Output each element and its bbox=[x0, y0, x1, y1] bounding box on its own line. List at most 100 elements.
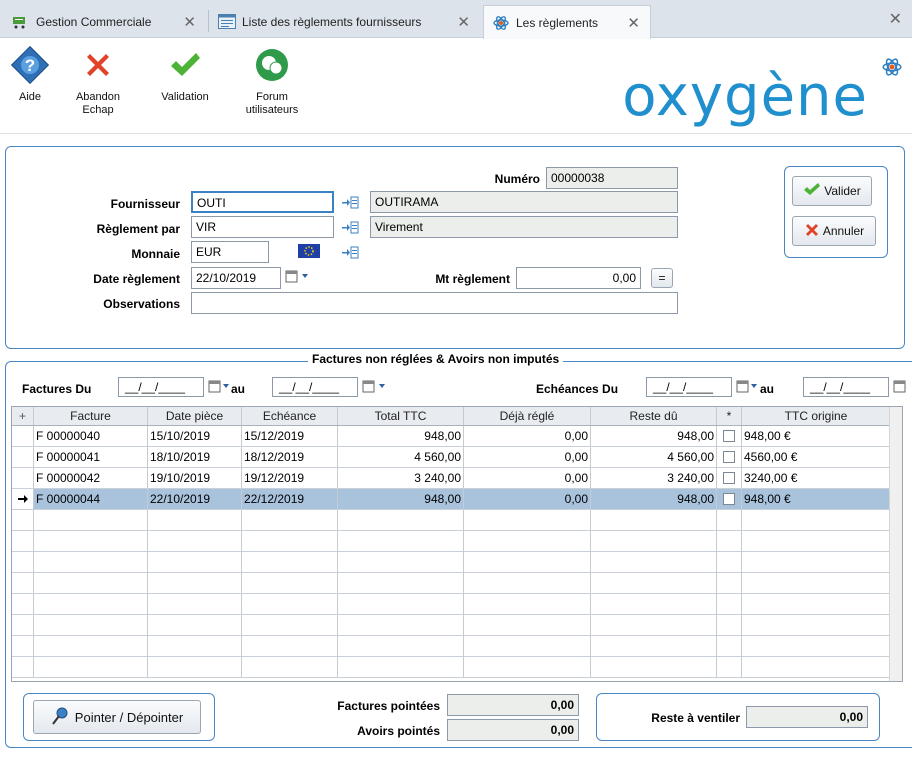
cell-deja: 0,00 bbox=[464, 468, 591, 488]
reglement-par-label: Règlement par bbox=[96, 222, 180, 236]
reste-ventiler-field: 0,00 bbox=[746, 706, 868, 728]
cell-facture: F 00000044 bbox=[34, 489, 148, 509]
row-indicator bbox=[12, 447, 34, 467]
date-reglement-label: Date règlement bbox=[93, 272, 180, 286]
empty-row bbox=[12, 594, 890, 615]
atom-icon bbox=[492, 15, 510, 31]
mt-reglement-input[interactable]: 0,00 bbox=[516, 267, 641, 289]
avoirs-pointes-label: Avoirs pointés bbox=[357, 724, 440, 738]
calendar-dropdown-icon[interactable] bbox=[362, 380, 390, 397]
pointer-depointer-label: Pointer / Dépointer bbox=[74, 709, 184, 725]
cell-facture: F 00000040 bbox=[34, 426, 148, 446]
grid-header: + Facture Date pièce Echéance Total TTC … bbox=[12, 407, 890, 426]
invoices-section-title: Factures non réglées & Avoirs non imputé… bbox=[308, 352, 564, 366]
factures-pointees-label: Factures pointées bbox=[337, 699, 440, 713]
empty-row bbox=[12, 552, 890, 573]
forum-chat-icon bbox=[252, 45, 292, 85]
cell-date: 15/10/2019 bbox=[148, 426, 242, 446]
calendar-icon[interactable] bbox=[893, 380, 907, 397]
cell-reste: 948,00 bbox=[591, 489, 717, 509]
vertical-scrollbar[interactable] bbox=[889, 407, 902, 681]
echeances-au-input[interactable]: __/__/____ bbox=[803, 377, 889, 397]
table-row-selected[interactable]: F 00000044 22/10/2019 22/12/2019 948,00 … bbox=[12, 489, 890, 510]
table-row[interactable]: F 00000042 19/10/2019 19/12/2019 3 240,0… bbox=[12, 468, 890, 489]
lookup-list-icon[interactable] bbox=[341, 220, 359, 234]
checkbox[interactable] bbox=[723, 472, 735, 484]
validation-button[interactable]: Validation bbox=[150, 45, 220, 104]
svg-text:?: ? bbox=[25, 56, 35, 75]
cell-deja: 0,00 bbox=[464, 489, 591, 509]
cell-check bbox=[717, 468, 742, 488]
tab-gestion-commerciale[interactable]: Gestion Commerciale ✕ bbox=[4, 5, 206, 38]
monnaie-label: Monnaie bbox=[131, 247, 180, 261]
table-row[interactable]: F 00000041 18/10/2019 18/12/2019 4 560,0… bbox=[12, 447, 890, 468]
observations-input[interactable] bbox=[191, 292, 678, 314]
add-row-icon[interactable]: + bbox=[12, 407, 34, 425]
help-label: Aide bbox=[18, 91, 42, 103]
observations-label: Observations bbox=[103, 297, 180, 311]
help-button[interactable]: ? Aide bbox=[5, 45, 55, 104]
checkbox[interactable] bbox=[723, 493, 735, 505]
tab-label: Les règlements bbox=[516, 15, 599, 30]
current-row-arrow-icon bbox=[12, 489, 34, 509]
cell-origine: 948,00 € bbox=[744, 429, 791, 443]
reglement-code-input[interactable]: VIR bbox=[191, 216, 334, 238]
forum-button[interactable]: Forum utilisateurs bbox=[236, 45, 308, 117]
tab-liste-reglements[interactable]: Liste des règlements fournisseurs ✕ bbox=[210, 5, 480, 38]
factures-du-input[interactable]: __/__/____ bbox=[118, 377, 204, 397]
empty-row bbox=[12, 615, 890, 636]
checkbox[interactable] bbox=[723, 451, 735, 463]
au-label: au bbox=[760, 382, 775, 396]
close-icon[interactable]: ✕ bbox=[183, 13, 196, 31]
column-header[interactable]: Reste dû bbox=[591, 407, 717, 425]
table-row[interactable]: F 00000040 15/10/2019 15/12/2019 948,00 … bbox=[12, 426, 890, 447]
cell-check bbox=[717, 426, 742, 446]
cell-reste: 948,00 bbox=[591, 426, 717, 446]
column-header[interactable]: TTC origine bbox=[742, 407, 890, 425]
monnaie-input[interactable]: EUR bbox=[191, 241, 269, 263]
mt-reglement-label: Mt règlement bbox=[435, 272, 510, 286]
forum-sublabel: utilisateurs bbox=[245, 104, 299, 116]
window-close-icon[interactable]: ✕ bbox=[889, 9, 902, 29]
row-indicator bbox=[12, 426, 34, 446]
checkbox[interactable] bbox=[723, 430, 735, 442]
close-icon[interactable]: ✕ bbox=[457, 13, 470, 31]
cell-origine: 948,00 € bbox=[744, 492, 791, 506]
invoices-grid: + Facture Date pièce Echéance Total TTC … bbox=[11, 406, 903, 682]
validation-label: Validation bbox=[161, 91, 209, 103]
empty-row bbox=[12, 573, 890, 594]
column-header[interactable]: Facture bbox=[34, 407, 148, 425]
tab-les-reglements[interactable]: Les règlements ✕ bbox=[483, 5, 651, 39]
column-header[interactable]: Date pièce bbox=[148, 407, 242, 425]
column-header[interactable]: Echéance bbox=[242, 407, 338, 425]
cell-deja: 0,00 bbox=[464, 426, 591, 446]
factures-au-input[interactable]: __/__/____ bbox=[272, 377, 358, 397]
annuler-button[interactable]: Annuler bbox=[792, 216, 876, 246]
avoirs-pointes-field: 0,00 bbox=[447, 719, 579, 741]
calendar-dropdown-icon[interactable] bbox=[285, 270, 313, 287]
close-icon[interactable]: ✕ bbox=[627, 14, 640, 32]
cell-echeance: 18/12/2019 bbox=[242, 447, 338, 467]
abandon-button[interactable]: Abandon Echap bbox=[68, 45, 128, 117]
pointer-depointer-button[interactable]: Pointer / Dépointer bbox=[33, 700, 201, 734]
tab-separator bbox=[208, 10, 209, 32]
date-reglement-input[interactable]: 22/10/2019 bbox=[191, 267, 281, 289]
column-header[interactable]: * bbox=[717, 407, 742, 425]
reglement-name-field: Virement bbox=[370, 216, 678, 238]
equal-button[interactable]: = bbox=[651, 268, 673, 288]
echeances-du-input[interactable]: __/__/____ bbox=[646, 377, 732, 397]
column-header[interactable]: Déjà réglé bbox=[464, 407, 591, 425]
numero-label: Numéro bbox=[494, 172, 540, 186]
lookup-list-icon[interactable] bbox=[341, 195, 359, 209]
cell-total: 948,00 bbox=[338, 489, 464, 509]
row-indicator bbox=[12, 468, 34, 488]
lookup-list-icon[interactable] bbox=[341, 245, 359, 259]
cell-date: 22/10/2019 bbox=[148, 489, 242, 509]
cell-facture: F 00000041 bbox=[34, 447, 148, 467]
fournisseur-code-input[interactable]: OUTI bbox=[191, 191, 334, 213]
cell-date: 18/10/2019 bbox=[148, 447, 242, 467]
empty-row bbox=[12, 510, 890, 531]
valider-button[interactable]: Valider bbox=[792, 176, 872, 206]
column-header[interactable]: Total TTC bbox=[338, 407, 464, 425]
tab-bar: Gestion Commerciale ✕ Liste des règlemen… bbox=[0, 0, 912, 39]
